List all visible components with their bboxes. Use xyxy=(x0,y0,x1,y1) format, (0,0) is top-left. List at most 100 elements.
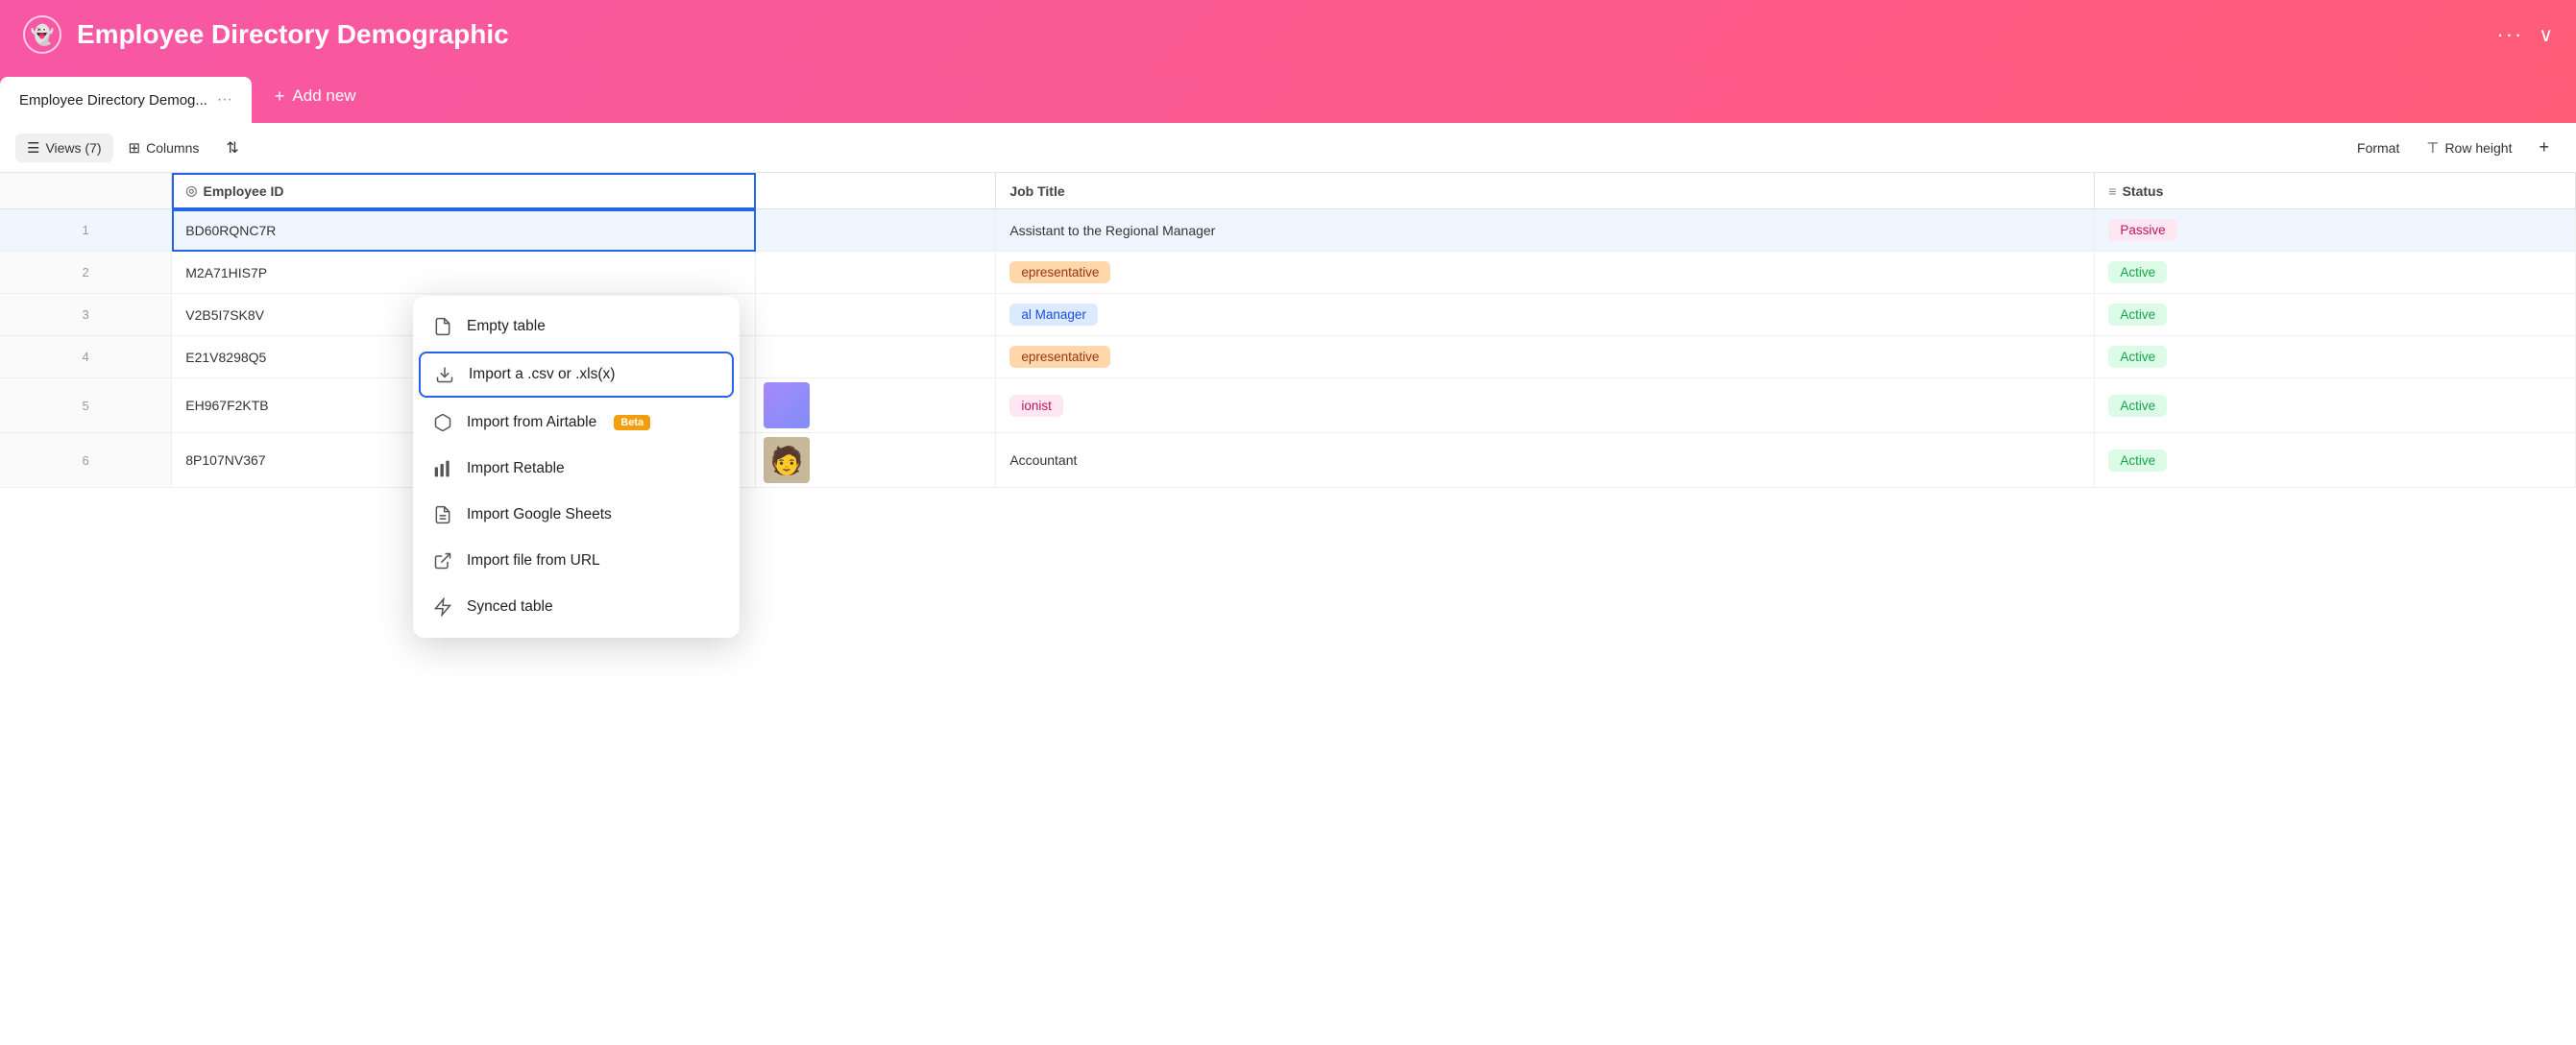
table-row[interactable]: 2M2A71HIS7P epresentative Active xyxy=(0,252,2576,294)
photo-cell xyxy=(756,252,996,294)
row-number: 5 xyxy=(0,378,172,433)
doc-icon xyxy=(432,504,453,525)
col-header-job-title[interactable]: Job Title xyxy=(996,173,2095,209)
job-title-tag: ionist xyxy=(1009,395,1063,417)
download-icon xyxy=(434,364,455,385)
row-number: 1 xyxy=(0,209,172,252)
beta-badge: Beta xyxy=(614,415,650,430)
row-height-label: Row height xyxy=(2444,140,2512,156)
add-new-label: Add new xyxy=(292,86,355,106)
col-header-photo xyxy=(756,173,996,209)
dropdown-item-import-csv[interactable]: Import a .csv or .xls(x) xyxy=(419,352,734,398)
table-row[interactable]: 5EH967F2KTBionistActive xyxy=(0,378,2576,433)
status-cell: Active xyxy=(2095,252,2576,294)
status-badge: Active xyxy=(2108,450,2167,472)
status-badge: Active xyxy=(2108,261,2167,283)
dropdown-item-label: Import a .csv or .xls(x) xyxy=(469,366,615,383)
header-actions: ··· ∨ xyxy=(2496,22,2553,47)
job-title-cell: Assistant to the Regional Manager xyxy=(996,209,2095,252)
dropdown-item-import-url[interactable]: Import file from URL xyxy=(413,538,740,584)
external-icon xyxy=(432,550,453,571)
add-new-button[interactable]: + Add new xyxy=(252,69,379,123)
dropdown-item-label: Import Google Sheets xyxy=(467,506,612,523)
app-header: 👻 Employee Directory Demographic ··· ∨ xyxy=(0,0,2576,69)
active-tab[interactable]: Employee Directory Demog... ··· xyxy=(0,77,252,123)
add-column-button[interactable]: + xyxy=(2527,132,2561,163)
dropdown-item-label: Empty table xyxy=(467,318,546,335)
tab-label: Employee Directory Demog... xyxy=(19,92,207,109)
job-title-cell: epresentative xyxy=(996,252,2095,294)
employee-id-cell: M2A71HIS7P xyxy=(172,252,756,294)
views-label: Views (7) xyxy=(45,140,101,156)
table-row[interactable]: 1BD60RQNC7R Assistant to the Regional Man… xyxy=(0,209,2576,252)
toolbar: ☰ Views (7) ⊞ Columns ⇅ Format ⊤ Row hei… xyxy=(0,123,2576,173)
header-more-button[interactable]: ··· xyxy=(2496,22,2523,47)
tab-bar: Employee Directory Demog... ··· + Add ne… xyxy=(0,69,2576,123)
job-title-cell: al Manager xyxy=(996,294,2095,336)
employee-id-cell: BD60RQNC7R xyxy=(172,209,756,252)
lightning-icon xyxy=(432,596,453,618)
columns-button[interactable]: ⊞ Columns xyxy=(117,134,211,162)
job-title-cell: epresentative xyxy=(996,336,2095,378)
cube-icon xyxy=(432,412,453,433)
add-new-dropdown: Empty table Import a .csv or .xls(x) Impor… xyxy=(413,296,740,638)
dropdown-item-import-google[interactable]: Import Google Sheets xyxy=(413,492,740,538)
row-height-button[interactable]: ⊤ Row height xyxy=(2415,134,2523,162)
photo-cell xyxy=(756,336,996,378)
add-column-icon: + xyxy=(2539,137,2549,158)
col-header-rownum xyxy=(0,173,172,209)
status-badge: Active xyxy=(2108,395,2167,417)
dropdown-item-empty-table[interactable]: Empty table xyxy=(413,304,740,350)
photo-cell xyxy=(756,209,996,252)
table-row[interactable]: 4E21V8298Q5epresentativeActive xyxy=(0,336,2576,378)
status-badge: Active xyxy=(2108,304,2167,326)
data-table: ◎ Employee ID Job Title ≡ Status xyxy=(0,173,2576,488)
dropdown-item-label: Synced table xyxy=(467,598,553,616)
col-header-id-label: Employee ID xyxy=(203,183,283,199)
format-button[interactable]: Format xyxy=(2345,134,2411,161)
job-title-tag: epresentative xyxy=(1009,261,1110,283)
col-header-status-label: Status xyxy=(2123,183,2164,199)
views-button[interactable]: ☰ Views (7) xyxy=(15,134,113,162)
job-title-tag: al Manager xyxy=(1009,304,1098,326)
main-content: ◎ Employee ID Job Title ≡ Status xyxy=(0,173,2576,1045)
status-cell: Active xyxy=(2095,336,2576,378)
col-header-job-label: Job Title xyxy=(1009,183,1064,199)
job-title-cell: ionist xyxy=(996,378,2095,433)
table-container: ◎ Employee ID Job Title ≡ Status xyxy=(0,173,2576,1045)
status-cell: Active xyxy=(2095,378,2576,433)
add-new-icon: + xyxy=(275,86,285,107)
header-chevron-icon[interactable]: ∨ xyxy=(2539,23,2553,47)
status-lines-icon: ≡ xyxy=(2108,183,2116,199)
status-badge: Passive xyxy=(2108,219,2176,241)
col-header-employee-id[interactable]: ◎ Employee ID xyxy=(172,173,756,209)
table-row[interactable]: 68P107NV367🧑AccountantActive xyxy=(0,433,2576,488)
dropdown-item-label: Import Retable xyxy=(467,460,565,477)
row-number: 4 xyxy=(0,336,172,378)
table-row[interactable]: 3V2B5I7SK8Val ManagerActive xyxy=(0,294,2576,336)
avatar xyxy=(764,382,810,428)
avatar: 🧑 xyxy=(764,437,810,483)
dropdown-item-import-airtable[interactable]: Import from Airtable Beta xyxy=(413,400,740,446)
row-number: 6 xyxy=(0,433,172,488)
sort-icon: ⇅ xyxy=(226,138,238,158)
job-title-tag: epresentative xyxy=(1009,346,1110,368)
fingerprint-icon: ◎ xyxy=(185,182,197,199)
dropdown-item-label: Import from Airtable xyxy=(467,414,596,431)
sort-button[interactable]: ⇅ xyxy=(214,133,250,163)
job-title-cell: Accountant xyxy=(996,433,2095,488)
photo-cell xyxy=(756,294,996,336)
status-cell: Active xyxy=(2095,294,2576,336)
app-logo: 👻 xyxy=(23,15,61,54)
file-icon xyxy=(432,316,453,337)
col-header-status[interactable]: ≡ Status xyxy=(2095,173,2576,209)
status-cell: Active xyxy=(2095,433,2576,488)
dropdown-item-import-retable[interactable]: Import Retable xyxy=(413,446,740,492)
status-badge: Active xyxy=(2108,346,2167,368)
tab-more-button[interactable]: ··· xyxy=(217,91,232,109)
row-number: 2 xyxy=(0,252,172,294)
chart-icon xyxy=(432,458,453,479)
dropdown-item-synced-table[interactable]: Synced table xyxy=(413,584,740,630)
views-icon: ☰ xyxy=(27,139,39,157)
columns-label: Columns xyxy=(146,140,199,156)
